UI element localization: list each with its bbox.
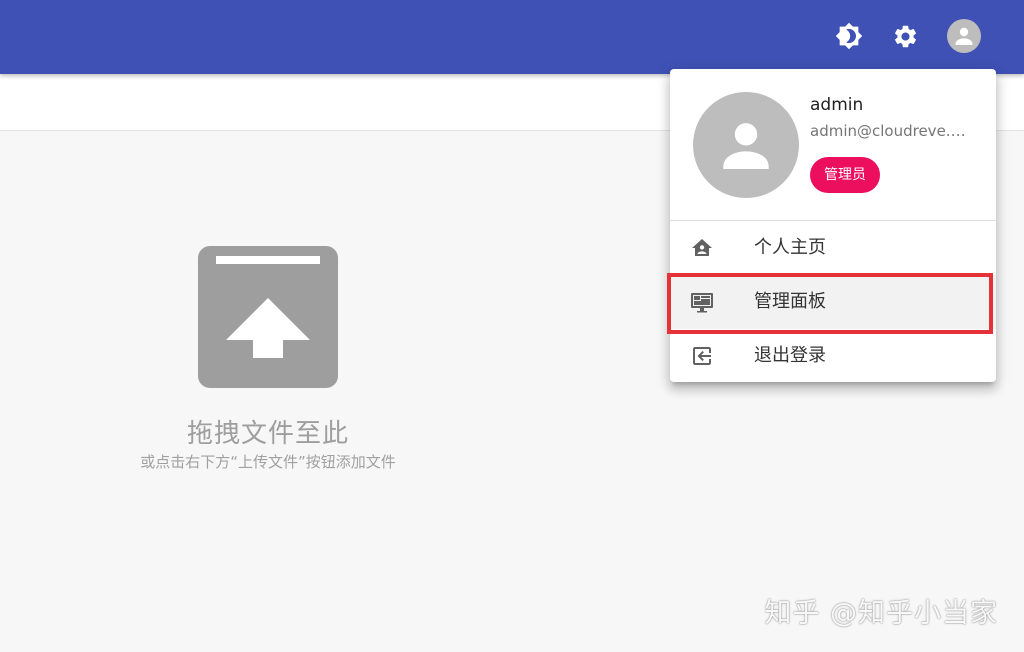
empty-state-subtitle: 或点击右下方“上传文件”按钮添加文件	[140, 453, 396, 471]
account-icon	[955, 27, 973, 45]
menu-item-profile[interactable]: 个人主页	[670, 221, 996, 275]
theme-toggle-button[interactable]	[829, 16, 869, 56]
empty-drop-zone: 拖拽文件至此 或点击右下方“上传文件”按钮添加文件	[118, 246, 418, 472]
watermark: 知乎 @知乎小当家	[764, 598, 998, 629]
app-bar	[0, 0, 1024, 74]
highlight-annotation	[667, 273, 993, 334]
menu-item-label: 个人主页	[754, 237, 826, 258]
user-email: admin@cloudreve.org	[810, 122, 970, 140]
account-button[interactable]	[944, 16, 984, 56]
user-avatar	[693, 92, 799, 198]
account-menu: admin admin@cloudreve.org 管理员 个人主页 管理面板 …	[667, 69, 996, 383]
home-icon	[692, 239, 712, 256]
upload-archive-icon	[198, 246, 338, 388]
account-menu-header: admin admin@cloudreve.org 管理员	[670, 69, 996, 221]
username: admin	[810, 95, 864, 115]
avatar	[947, 19, 981, 53]
menu-item-label: 退出登录	[754, 345, 826, 366]
account-icon	[723, 123, 769, 169]
menu-item-admin-panel[interactable]: 管理面板	[667, 273, 996, 334]
menu-item-logout[interactable]: 退出登录	[670, 329, 996, 383]
dashboard-icon	[691, 293, 713, 313]
logout-icon	[693, 347, 711, 365]
menu-item-label: 管理面板	[754, 291, 826, 312]
empty-state-title: 拖拽文件至此	[186, 419, 349, 449]
settings-icon	[894, 25, 916, 47]
theme-toggle-icon	[835, 22, 863, 50]
settings-button[interactable]	[885, 16, 925, 56]
role-badge: 管理员	[810, 157, 880, 193]
